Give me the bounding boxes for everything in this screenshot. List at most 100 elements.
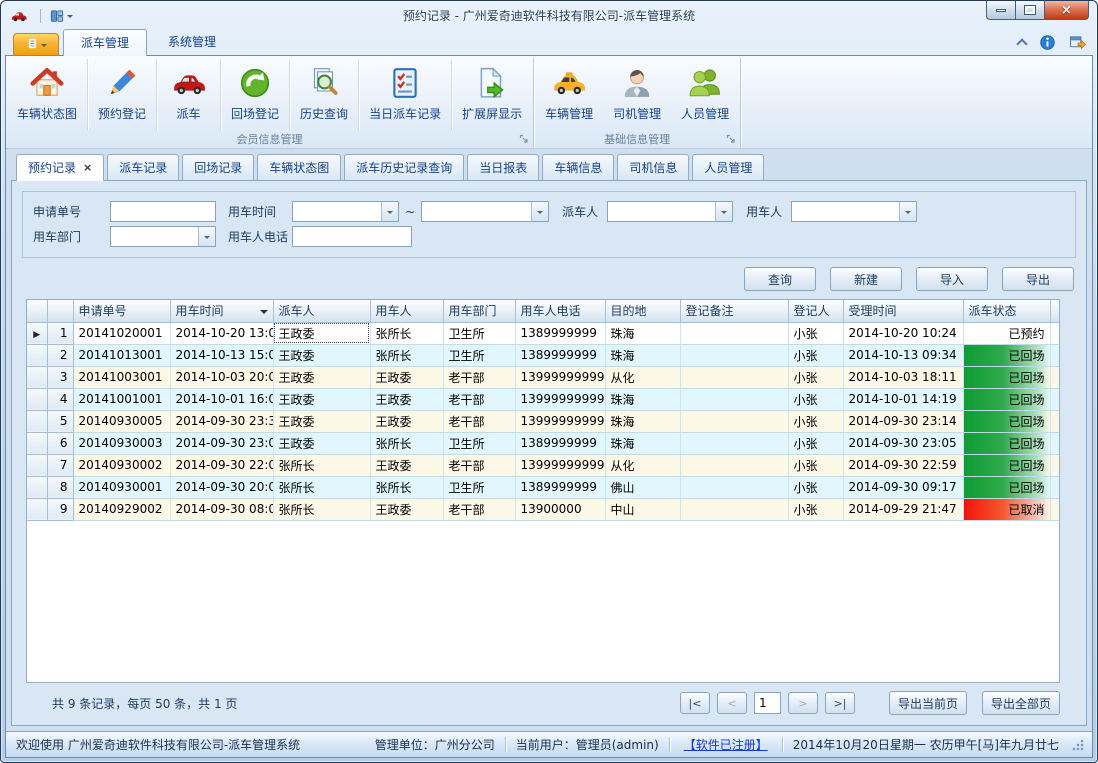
grid-cell[interactable]: 20140929002 xyxy=(73,498,170,520)
ribbon-button-checklist[interactable]: 当日派车记录 xyxy=(359,59,452,130)
grid-cell[interactable]: 卫生所 xyxy=(443,322,515,344)
grid-cell[interactable]: 张所长 xyxy=(273,498,370,520)
grid-cell[interactable]: 20141013001 xyxy=(73,344,170,366)
grid-cell[interactable]: 2014-10-20 10:24 xyxy=(843,322,963,344)
table-row[interactable]: 4201410010012014-10-01 16:00王政委王政委老干部139… xyxy=(27,388,1060,410)
column-header[interactable]: 受理时间 xyxy=(843,300,963,322)
grid-cell[interactable]: 小张 xyxy=(788,476,843,498)
column-header[interactable]: 目的地 xyxy=(605,300,680,322)
grid-cell[interactable]: 2014-10-03 20:00 xyxy=(170,366,273,388)
grid-cell[interactable] xyxy=(680,344,788,366)
grid-cell[interactable]: 老干部 xyxy=(443,498,515,520)
grid-cell[interactable]: 1389999999 xyxy=(515,322,605,344)
grid-cell[interactable]: 2014-10-20 13:00 xyxy=(170,322,273,344)
table-row[interactable]: 5201409300052014-09-30 23:30王政委王政委老干部139… xyxy=(27,410,1060,432)
close-button[interactable]: × xyxy=(1044,1,1089,20)
apply-no-input[interactable] xyxy=(110,201,216,222)
grid-cell[interactable]: 小张 xyxy=(788,366,843,388)
grid-cell[interactable]: 老干部 xyxy=(443,388,515,410)
maximize-button[interactable] xyxy=(1015,1,1044,20)
column-header[interactable]: 派车人 xyxy=(273,300,370,322)
grid-cell[interactable]: 从化 xyxy=(605,454,680,476)
grid-cell[interactable]: 王政委 xyxy=(273,432,370,454)
grid-cell[interactable]: 老干部 xyxy=(443,366,515,388)
ribbon-button-screen-doc[interactable]: 扩展屏显示 xyxy=(452,59,532,130)
grid-cell[interactable]: 小张 xyxy=(788,432,843,454)
ribbon-button-taxi[interactable]: 车辆管理 xyxy=(535,59,603,130)
export-current-page-button[interactable]: 导出当前页 xyxy=(889,691,967,715)
grid-cell[interactable] xyxy=(680,366,788,388)
grid-cell[interactable]: 小张 xyxy=(788,454,843,476)
grid-cell[interactable] xyxy=(680,498,788,520)
sort-filter-icon[interactable] xyxy=(260,310,268,318)
use-time-to-combo[interactable] xyxy=(421,201,549,222)
grid-cell[interactable]: 2014-10-01 16:00 xyxy=(170,388,273,410)
grid-cell[interactable]: 王政委 xyxy=(273,410,370,432)
collapse-ribbon-icon[interactable] xyxy=(1016,38,1027,49)
doc-tab[interactable]: 回场记录 xyxy=(182,154,254,180)
grid-cell[interactable]: 张所长 xyxy=(273,476,370,498)
grid-cell[interactable]: 小张 xyxy=(788,322,843,344)
grid-cell[interactable]: 2014-10-13 15:00 xyxy=(170,344,273,366)
grid-cell[interactable]: 老干部 xyxy=(443,410,515,432)
grid-cell[interactable]: 佛山 xyxy=(605,476,680,498)
column-header[interactable]: 用车时间 xyxy=(170,300,273,322)
grid-cell[interactable]: 20140930001 xyxy=(73,476,170,498)
doc-tab[interactable]: 司机信息 xyxy=(617,154,689,180)
table-row[interactable]: 3201410030012014-10-03 20:00王政委王政委老干部139… xyxy=(27,366,1060,388)
column-header[interactable]: 用车部门 xyxy=(443,300,515,322)
ribbon-button-search-doc[interactable]: 历史查询 xyxy=(290,59,359,130)
column-header[interactable]: 用车人电话 xyxy=(515,300,605,322)
grid-cell[interactable]: 从化 xyxy=(605,366,680,388)
export-button[interactable]: 导出 xyxy=(1002,267,1074,291)
grid-cell[interactable]: 2014-10-03 18:11 xyxy=(843,366,963,388)
grid-cell[interactable]: 2014-09-30 23:00 xyxy=(170,432,273,454)
table-row[interactable]: 8201409300012014-09-30 20:00张所长张所长卫生所138… xyxy=(27,476,1060,498)
grid-cell[interactable]: 20141020001 xyxy=(73,322,170,344)
doc-tab[interactable]: 派车历史记录查询 xyxy=(344,154,464,180)
grid-cell[interactable]: 2014-09-29 21:47 xyxy=(843,498,963,520)
page-number-input[interactable] xyxy=(754,692,781,714)
doc-tab[interactable]: 派车记录 xyxy=(107,154,179,180)
grid-cell[interactable]: 2014-10-13 09:34 xyxy=(843,344,963,366)
table-row[interactable]: 2201410130012014-10-13 15:00王政委张所长卫生所138… xyxy=(27,344,1060,366)
grid-cell[interactable]: 珠海 xyxy=(605,344,680,366)
ribbon-button-recycle[interactable]: 回场登记 xyxy=(221,59,290,130)
grid-cell[interactable]: 王政委 xyxy=(370,388,443,410)
car-user-combo[interactable] xyxy=(791,201,917,222)
new-button[interactable]: 新建 xyxy=(830,267,902,291)
ribbon-button-people[interactable]: 人员管理 xyxy=(671,59,739,130)
grid-cell[interactable]: 20141003001 xyxy=(73,366,170,388)
dispatcher-combo[interactable] xyxy=(607,201,733,222)
grid-cell[interactable]: 20140930003 xyxy=(73,432,170,454)
grid-cell[interactable]: 珠海 xyxy=(605,388,680,410)
grid-cell[interactable]: 张所长 xyxy=(370,344,443,366)
grid-cell[interactable]: 张所长 xyxy=(273,454,370,476)
grid-cell[interactable]: 20140930005 xyxy=(73,410,170,432)
grid-cell[interactable]: 张所长 xyxy=(370,432,443,454)
grid-cell[interactable]: 2014-09-30 20:00 xyxy=(170,476,273,498)
grid-cell[interactable]: 2014-10-01 14:19 xyxy=(843,388,963,410)
phone-input[interactable] xyxy=(292,226,412,247)
import-button[interactable]: 导入 xyxy=(916,267,988,291)
grid-cell[interactable]: 王政委 xyxy=(273,344,370,366)
license-link[interactable]: 【软件已注册】 xyxy=(684,736,768,753)
grid-cell[interactable]: 13900000 xyxy=(515,498,605,520)
grid-cell[interactable]: 2014-09-30 22:59 xyxy=(843,454,963,476)
column-header[interactable]: 登记人 xyxy=(788,300,843,322)
grid-cell[interactable]: 张所长 xyxy=(370,322,443,344)
grid-cell[interactable]: 2014-09-30 09:17 xyxy=(843,476,963,498)
records-grid[interactable]: 申请单号用车时间派车人用车人用车部门用车人电话目的地登记备注登记人受理时间派车状… xyxy=(26,299,1060,683)
table-row[interactable]: 7201409300022014-09-30 22:00张所长王政委老干部139… xyxy=(27,454,1060,476)
grid-cell[interactable]: 王政委 xyxy=(370,498,443,520)
resize-grip[interactable] xyxy=(1071,738,1084,751)
grid-cell[interactable]: 中山 xyxy=(605,498,680,520)
dialog-launcher-icon[interactable] xyxy=(519,134,529,144)
quick-access-toolbar[interactable] xyxy=(40,9,73,23)
table-row[interactable]: ▶1201410200012014-10-20 13:00王政委张所长卫生所13… xyxy=(27,322,1060,344)
doc-tab[interactable]: 预约记录× xyxy=(16,154,104,181)
grid-cell[interactable]: 珠海 xyxy=(605,322,680,344)
grid-cell[interactable]: 王政委 xyxy=(273,388,370,410)
doc-tab[interactable]: 车辆信息 xyxy=(542,154,614,180)
dialog-launcher-icon[interactable] xyxy=(726,134,736,144)
